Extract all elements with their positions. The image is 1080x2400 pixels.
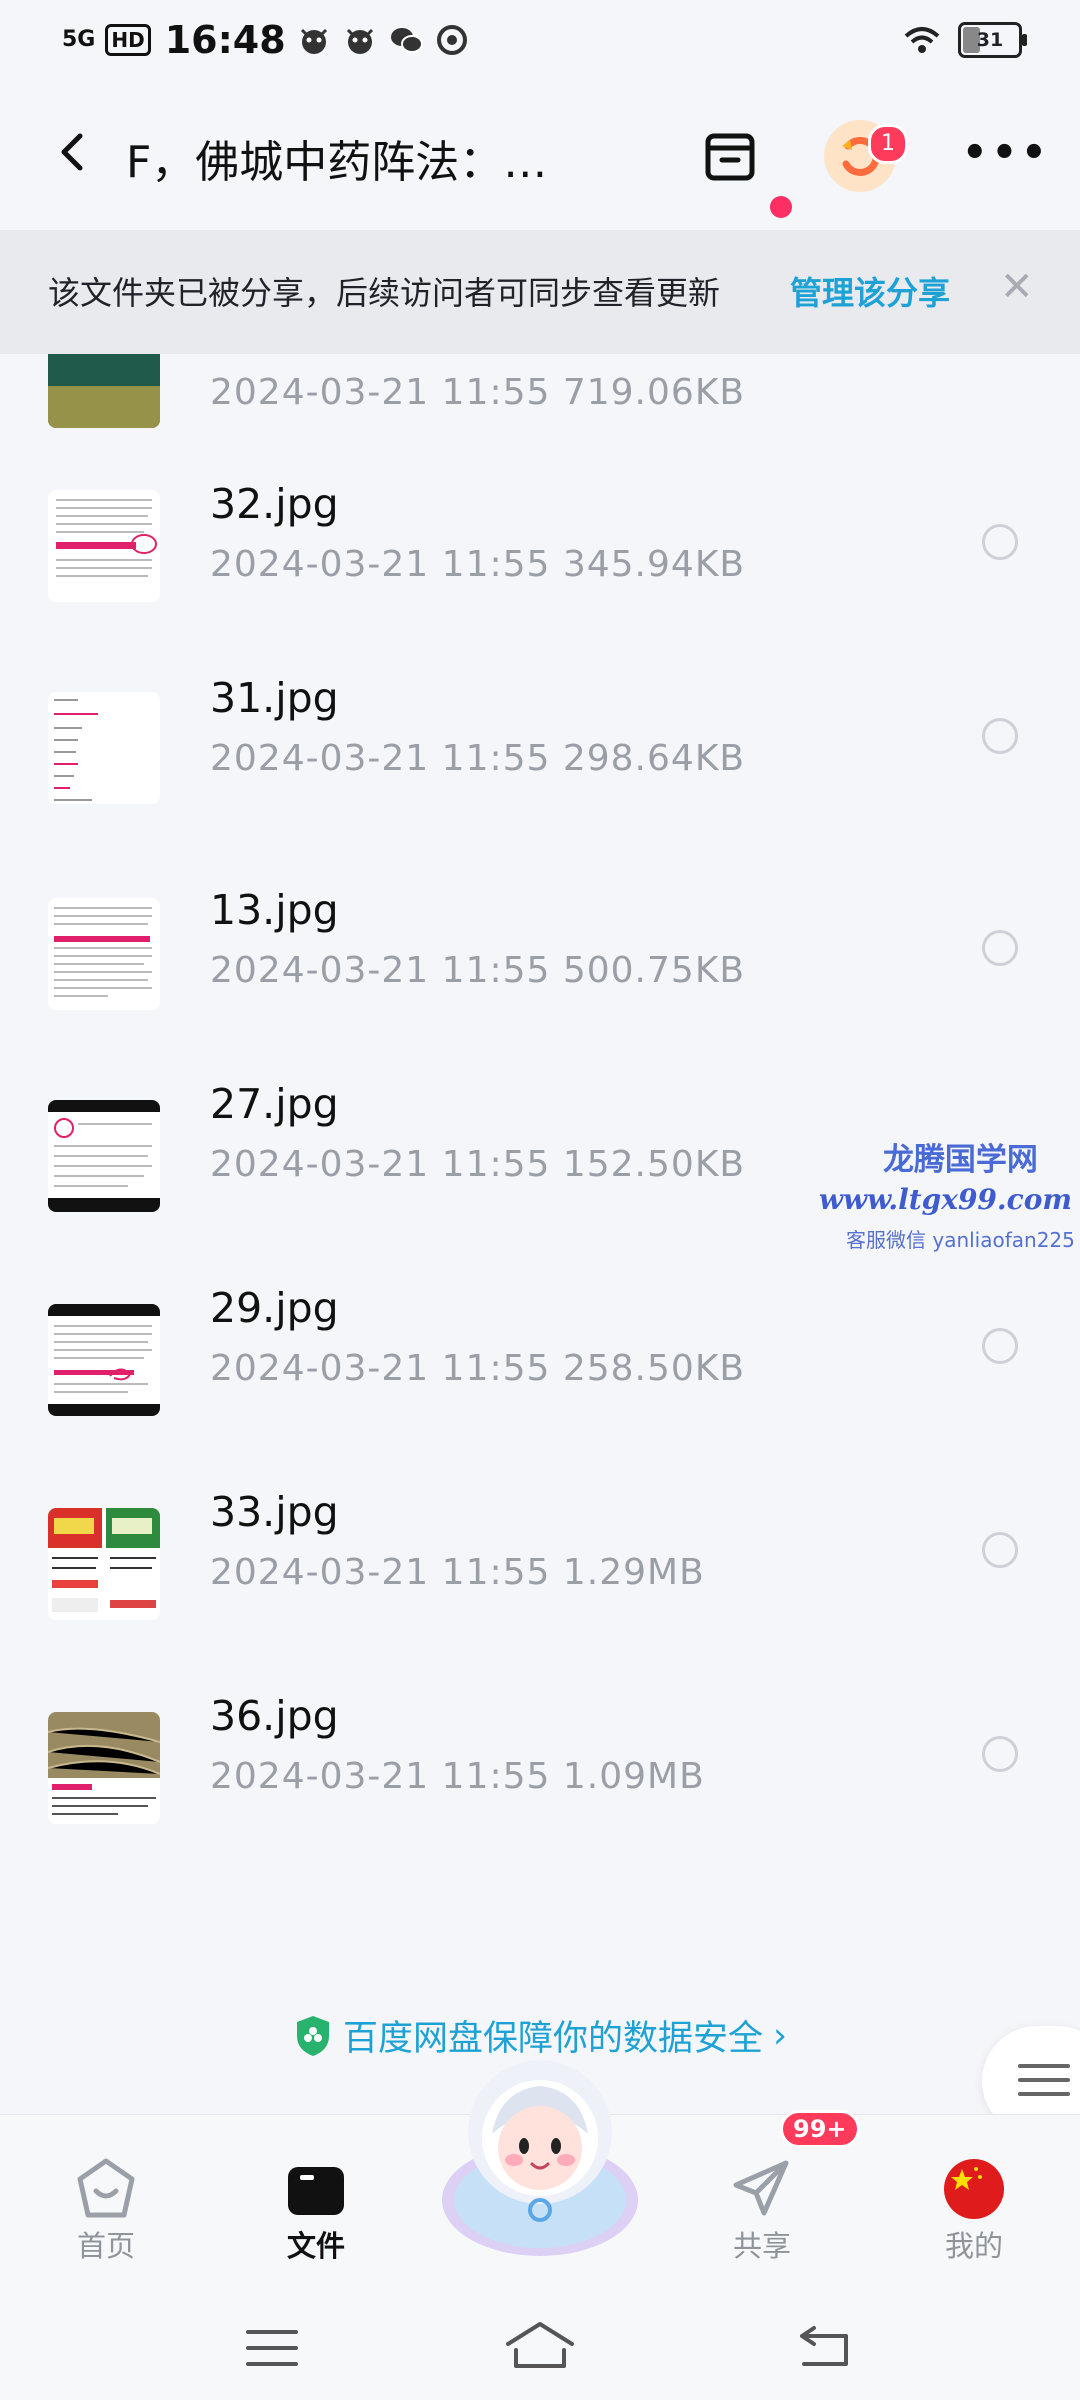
wechat-icon	[390, 28, 423, 53]
select-checkbox[interactable]	[982, 930, 1018, 966]
list-item[interactable]: 36.jpg 2024-03-21 11:55 1.09MB	[0, 1662, 1080, 1854]
clock: 16:48	[164, 18, 286, 62]
file-thumbnail	[48, 1304, 160, 1416]
file-name: 13.jpg	[210, 886, 339, 934]
watermark-line3: 客服微信 yanliaofan225	[846, 1228, 1075, 1252]
file-name: 27.jpg	[210, 1080, 339, 1128]
status-left: 5G HD 16:48	[62, 18, 470, 62]
file-name: 33.jpg	[210, 1488, 339, 1536]
file-thumbnail	[48, 490, 160, 602]
mascot-assistant-button[interactable]	[430, 2050, 650, 2270]
file-name: 31.jpg	[210, 674, 339, 722]
tab-mine-label: 我的	[944, 2229, 1003, 2263]
wifi-icon	[904, 27, 940, 53]
list-item[interactable]: 13.jpg 2024-03-21 11:55 500.75KB	[0, 846, 1080, 1050]
select-checkbox[interactable]	[982, 524, 1018, 560]
tab-share-label: 共享	[732, 2229, 791, 2263]
file-thumbnail	[48, 898, 160, 1010]
file-meta: 2024-03-21 11:55 258.50KB	[210, 1348, 746, 1389]
back-arrow-icon[interactable]	[52, 130, 96, 174]
signal-indicator: 5G	[62, 27, 96, 52]
thumbnail-preview	[54, 1118, 152, 1187]
transfer-badge: 1	[868, 124, 908, 164]
select-checkbox[interactable]	[982, 1328, 1018, 1364]
list-item[interactable]: 32.jpg 2024-03-21 11:55 345.94KB	[0, 438, 1080, 642]
home-icon	[77, 2158, 135, 2218]
select-checkbox[interactable]	[982, 1532, 1018, 1568]
thumbnail-preview	[48, 1712, 160, 1815]
chevron-right-icon: ›	[773, 2015, 787, 2056]
back-nav-icon[interactable]	[796, 2322, 852, 2370]
list-item[interactable]: 31.jpg 2024-03-21 11:55 298.64KB	[0, 642, 1080, 846]
thumbnail-preview	[48, 1508, 160, 1612]
share-badge: 99+	[780, 2110, 860, 2148]
paper-plane-icon	[733, 2160, 789, 2216]
share-banner: 该文件夹已被分享，后续访问者可同步查看更新 管理该分享 ✕	[0, 230, 1080, 354]
file-meta: 2024-03-21 11:55 500.75KB	[210, 950, 746, 991]
status-bar: 5G HD 16:48 31	[0, 0, 1080, 80]
folder-icon	[288, 2167, 344, 2215]
file-thumbnail	[48, 692, 160, 804]
notification-app-icon	[300, 28, 327, 54]
top-header: F，佛城中药阵法：… 1 •••	[0, 100, 1080, 218]
banner-text: 该文件夹已被分享，后续访问者可同步查看更新	[48, 274, 721, 312]
file-thumbnail	[48, 1100, 160, 1212]
notification-dot	[770, 196, 792, 218]
file-name: 32.jpg	[210, 480, 339, 528]
battery-indicator: 31	[958, 22, 1027, 58]
thumbnail-preview	[54, 1325, 152, 1393]
notification-app-icon	[346, 28, 373, 54]
thumbnail-preview	[56, 499, 157, 577]
tab-files-label: 文件	[286, 2229, 345, 2263]
more-menu-icon[interactable]: •••	[962, 133, 1051, 173]
file-meta: 2024-03-21 11:55 1.29MB	[210, 1552, 705, 1593]
file-name: 36.jpg	[210, 1692, 339, 1740]
file-thumbnail	[48, 1508, 160, 1620]
manage-share-link[interactable]: 管理该分享	[790, 268, 950, 314]
tab-mine[interactable]: 我的	[904, 2115, 1044, 2291]
watermark-line1: 龙腾国学网	[882, 1142, 1038, 1178]
file-meta: 2024-03-21 11:55 345.94KB	[210, 544, 746, 585]
close-icon[interactable]: ✕	[1000, 264, 1034, 310]
file-list: 2024-03-21 11:55 719.06KB 32.jpg 2024-03…	[0, 354, 1080, 1854]
file-meta: 2024-03-21 11:55 719.06KB	[210, 372, 746, 413]
hamburger-icon	[1018, 2064, 1070, 2096]
home-nav-icon[interactable]	[504, 2320, 576, 2370]
recent-apps-icon[interactable]	[244, 2326, 300, 2370]
watermark: 龙腾国学网 www.ltgx99.com 客服微信 yanliaofan225	[819, 1134, 1075, 1253]
china-flag-avatar-icon	[944, 2159, 1004, 2219]
compass-icon	[436, 25, 467, 55]
file-meta: 2024-03-21 11:55 1.09MB	[210, 1756, 705, 1797]
tab-home[interactable]: 首页	[36, 2115, 176, 2291]
status-right: 31	[902, 22, 1027, 58]
system-navigation-bar	[0, 2290, 1080, 2400]
list-item[interactable]: 29.jpg 2024-03-21 11:55 258.50KB	[0, 1254, 1080, 1458]
file-name: 29.jpg	[210, 1284, 339, 1332]
file-meta: 2024-03-21 11:55 298.64KB	[210, 738, 746, 779]
thumbnail-preview	[54, 699, 98, 801]
hd-indicator: HD	[105, 24, 151, 56]
recycle-bin-icon[interactable]	[700, 126, 760, 186]
tab-home-label: 首页	[76, 2229, 135, 2263]
file-thumbnail	[48, 1712, 160, 1824]
file-thumbnail	[48, 354, 160, 428]
folder-title: F，佛城中药阵法：…	[126, 137, 548, 188]
watermark-line2: www.ltgx99.com	[818, 1183, 1073, 1216]
battery-level: 31	[976, 29, 1004, 51]
select-checkbox[interactable]	[982, 1736, 1018, 1772]
select-checkbox[interactable]	[982, 718, 1018, 754]
tab-files[interactable]: 文件	[246, 2115, 386, 2291]
list-item[interactable]: 33.jpg 2024-03-21 11:55 1.29MB	[0, 1458, 1080, 1662]
file-meta: 2024-03-21 11:55 152.50KB	[210, 1144, 746, 1185]
shield-icon	[296, 2015, 329, 2056]
thumbnail-preview	[54, 907, 152, 997]
